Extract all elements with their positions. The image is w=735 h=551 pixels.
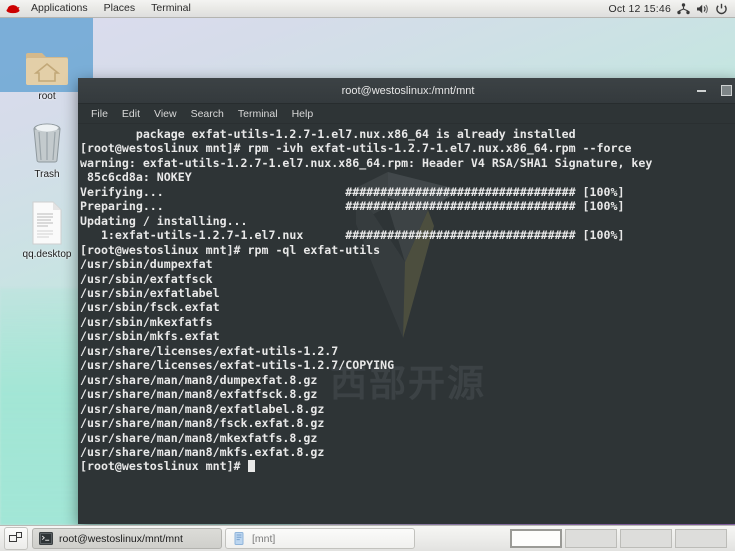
- taskbar-button-terminal[interactable]: root@westoslinux/mnt/mnt: [32, 528, 222, 549]
- taskbar-button-label: root@westoslinux/mnt/mnt: [59, 532, 183, 545]
- workspace-pager: [510, 529, 731, 548]
- workspace-4[interactable]: [675, 529, 727, 548]
- terminal-cursor: [247, 460, 255, 473]
- system-tray: Oct 12 15:46: [608, 3, 735, 15]
- clock[interactable]: Oct 12 15:46: [608, 3, 671, 15]
- menu-places[interactable]: Places: [96, 0, 144, 17]
- terminal-menu-file[interactable]: File: [84, 105, 115, 123]
- terminal-output-text: package exfat-utils-1.2.7-1.el7.nux.x86_…: [80, 127, 653, 474]
- taskbar-button-label: [mnt]: [252, 532, 276, 545]
- terminal-menu-help[interactable]: Help: [285, 105, 321, 123]
- workspace-3[interactable]: [620, 529, 672, 548]
- workspace-2[interactable]: [565, 529, 617, 548]
- redhat-logo-icon[interactable]: [4, 2, 22, 16]
- menu-terminal[interactable]: Terminal: [143, 0, 199, 17]
- terminal-icon: [39, 531, 53, 546]
- power-icon[interactable]: [715, 3, 728, 15]
- menu-applications[interactable]: Applications: [23, 0, 96, 17]
- desktop-icon-label: root: [38, 91, 56, 102]
- top-panel: Applications Places Terminal Oct 12 15:4…: [0, 0, 735, 18]
- workspace-1[interactable]: [510, 529, 562, 548]
- minimize-icon[interactable]: [696, 85, 707, 96]
- show-desktop-icon[interactable]: [4, 527, 28, 550]
- terminal-menubar: File Edit View Search Terminal Help: [78, 104, 735, 124]
- terminal-menu-search[interactable]: Search: [184, 105, 231, 123]
- terminal-menu-terminal[interactable]: Terminal: [231, 105, 285, 123]
- terminal-body[interactable]: 西部开源 package exfat-utils-1.2.7-1.el7.nux…: [78, 124, 735, 524]
- desktop-icon-trash[interactable]: Trash: [5, 118, 89, 180]
- terminal-menu-view[interactable]: View: [147, 105, 184, 123]
- desktop-icon-root[interactable]: root: [5, 40, 89, 102]
- terminal-menu-edit[interactable]: Edit: [115, 105, 147, 123]
- volume-icon[interactable]: [696, 3, 709, 15]
- taskbar-button-mnt[interactable]: [mnt]: [225, 528, 415, 549]
- trash-icon: [27, 118, 67, 166]
- desktop-screen: root Trash qq.desktop Applications Place…: [0, 0, 735, 551]
- window-controls: [696, 78, 732, 103]
- file-manager-icon: [232, 531, 246, 546]
- terminal-output: package exfat-utils-1.2.7-1.el7.nux.x86_…: [80, 127, 735, 474]
- bottom-panel: root@westoslinux/mnt/mnt [mnt]: [0, 525, 735, 551]
- terminal-title: root@westoslinux:/mnt/mnt: [341, 84, 475, 97]
- terminal-titlebar[interactable]: root@westoslinux:/mnt/mnt: [78, 78, 735, 104]
- text-file-icon: [29, 198, 65, 246]
- desktop-icon-qq-desktop[interactable]: qq.desktop: [5, 198, 89, 260]
- maximize-icon[interactable]: [721, 85, 732, 96]
- terminal-window[interactable]: root@westoslinux:/mnt/mnt File Edit View…: [78, 78, 735, 524]
- desktop-icon-label: qq.desktop: [22, 249, 72, 260]
- network-icon[interactable]: [677, 2, 690, 15]
- desktop-icon-label: Trash: [34, 169, 60, 180]
- home-folder-icon: [25, 40, 69, 88]
